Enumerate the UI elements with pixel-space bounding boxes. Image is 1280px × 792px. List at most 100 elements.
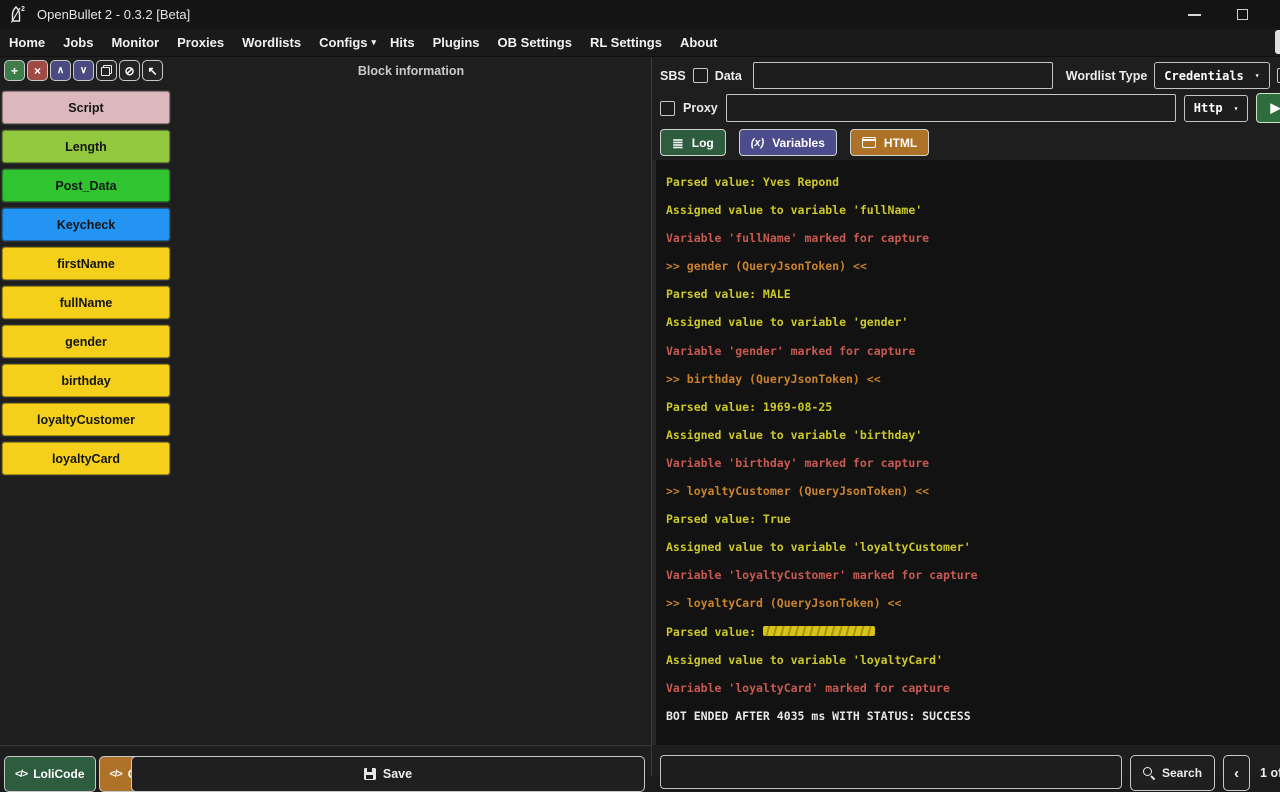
search-button[interactable]: Search (1130, 755, 1215, 791)
block-length[interactable]: Length (2, 130, 170, 163)
debugger-view-buttons: ≣ Log (x) Variables HTML (660, 129, 929, 156)
block-label: Keycheck (57, 218, 115, 232)
menu-item-rl-settings[interactable]: RL Settings (590, 35, 666, 50)
log-line: >> loyaltyCustomer (QueryJsonToken) << (666, 477, 1280, 505)
minimize-icon (1188, 14, 1201, 16)
clone-block-button[interactable] (96, 60, 117, 81)
window-title: OpenBullet 2 - 0.3.2 [Beta] (37, 7, 190, 22)
undo-button[interactable]: ↖ (142, 60, 163, 81)
log-line: BOT ENDED AFTER 4035 ms WITH STATUS: SUC… (666, 702, 1280, 730)
log-line: Parsed value: (666, 618, 1280, 646)
save-button[interactable]: Save (131, 756, 645, 792)
block-label: Length (65, 140, 107, 154)
block-label: fullName (60, 296, 113, 310)
log-line: Variable 'fullName' marked for capture (666, 224, 1280, 252)
start-button[interactable]: ▶ Start (1256, 93, 1280, 123)
log-line: Assigned value to variable 'loyaltyCusto… (666, 533, 1280, 561)
log-line: Parsed value: MALE (666, 280, 1280, 308)
block-gender[interactable]: gender (2, 325, 170, 358)
add-block-button[interactable]: + (4, 60, 25, 81)
chevron-down-icon: ▾ (1234, 104, 1239, 113)
wordlist-type-select[interactable]: Credentials ▾ (1154, 62, 1269, 89)
window-icon (862, 137, 876, 148)
block-label: Post_Data (55, 179, 116, 193)
menu-item-about[interactable]: About (680, 35, 722, 50)
menu-item-wordlists[interactable]: Wordlists (242, 35, 305, 50)
menu-item-proxies[interactable]: Proxies (177, 35, 228, 50)
menu-item-jobs[interactable]: Jobs (63, 35, 97, 50)
data-input[interactable] (753, 62, 1053, 89)
proxy-label: Proxy (683, 101, 718, 115)
block-toolbar: + × ∧ ∨ ⊘ ↖ (4, 60, 163, 81)
code-icon: </> (15, 768, 27, 780)
stacker-panel: + × ∧ ∨ ⊘ ↖ Block information Script Len… (0, 57, 651, 776)
window-controls (1186, 7, 1250, 23)
log-line: >> gender (QueryJsonToken) << (666, 252, 1280, 280)
log-view-button[interactable]: ≣ Log (660, 129, 726, 156)
chevron-down-icon: ▾ (1255, 71, 1260, 80)
list-icon: ≣ (672, 136, 684, 150)
persist-checkbox[interactable] (1277, 68, 1280, 83)
log-search-input[interactable] (660, 755, 1122, 789)
block-fullname[interactable]: fullName (2, 286, 170, 319)
debugger-log[interactable]: Parsed value: Yves Repond Assigned value… (652, 160, 1280, 745)
menubar: Home Jobs Monitor Proxies Wordlists (0, 29, 1280, 57)
chevron-down-icon: ▾ (372, 37, 377, 48)
block-list: Script Length Post_Data Keycheck firstNa… (2, 91, 170, 481)
sbs-label: SBS (660, 69, 686, 83)
menu-item-home[interactable]: Home (9, 35, 49, 50)
proxy-type-select[interactable]: Http ▾ (1184, 95, 1249, 122)
block-loyaltycard[interactable]: loyaltyCard (2, 442, 170, 475)
menu-item-hits[interactable]: Hits (390, 35, 419, 50)
block-birthday[interactable]: birthday (2, 364, 170, 397)
stacker-footer-divider (0, 745, 651, 746)
menu-item-monitor[interactable]: Monitor (111, 35, 163, 50)
block-label: gender (65, 335, 107, 349)
block-script[interactable]: Script (2, 91, 170, 124)
log-line: Parsed value: Yves Repond (666, 168, 1280, 196)
debugger-panel: SBS Data Wordlist Type Credentials ▾ Per… (652, 57, 1280, 776)
data-label: Data (715, 69, 742, 83)
maximize-button[interactable] (1234, 7, 1250, 23)
clone-icon (101, 65, 112, 76)
variables-view-button[interactable]: (x) Variables (739, 129, 837, 156)
delete-block-button[interactable]: × (27, 60, 48, 81)
block-label: firstName (57, 257, 115, 271)
proxy-checkbox[interactable] (660, 101, 675, 116)
match-counter: 1 of 10 (1260, 755, 1280, 791)
sbs-checkbox[interactable] (693, 68, 708, 83)
block-keycheck[interactable]: Keycheck (2, 208, 170, 241)
block-firstname[interactable]: firstName (2, 247, 170, 280)
block-label: loyaltyCustomer (37, 413, 135, 427)
minimize-button[interactable] (1186, 7, 1202, 23)
block-label: birthday (61, 374, 110, 388)
log-line: >> loyaltyCard (QueryJsonToken) << (666, 589, 1280, 617)
redacted-value (763, 626, 875, 636)
maximize-icon (1237, 9, 1248, 20)
tab-lolicode[interactable]: </> LoliCode (4, 756, 96, 792)
app-window: 2 OpenBullet 2 - 0.3.2 [Beta] Home Jobs … (0, 0, 1280, 776)
debugger-proxy-row: Proxy Http ▾ ▶ Start (652, 94, 1280, 122)
proxy-input[interactable] (726, 94, 1176, 122)
log-line: Assigned value to variable 'gender' (666, 308, 1280, 336)
menu-item-configs[interactable]: Configs ▾ (319, 35, 376, 50)
disable-block-button[interactable]: ⊘ (119, 60, 140, 81)
log-search-bar: Search ‹ 1 of 10 › (660, 755, 1280, 791)
save-icon (364, 768, 376, 780)
html-view-button[interactable]: HTML (850, 129, 929, 156)
log-line: Assigned value to variable 'birthday' (666, 421, 1280, 449)
log-line: Variable 'loyaltyCard' marked for captur… (666, 674, 1280, 702)
move-block-up-button[interactable]: ∧ (50, 60, 71, 81)
block-label: loyaltyCard (52, 452, 120, 466)
menu-item-ob-settings[interactable]: OB Settings (498, 35, 576, 50)
debugger-data-row: SBS Data Wordlist Type Credentials ▾ Per… (652, 62, 1280, 89)
block-loyaltycustomer[interactable]: loyaltyCustomer (2, 403, 170, 436)
block-post-data[interactable]: Post_Data (2, 169, 170, 202)
openbullet-logo-icon: 2 (9, 4, 27, 25)
previous-match-button[interactable]: ‹ (1223, 755, 1250, 791)
menu-item-plugins[interactable]: Plugins (433, 35, 484, 50)
move-block-down-button[interactable]: ∨ (73, 60, 94, 81)
clipped-edge-element (1275, 30, 1280, 54)
titlebar: 2 OpenBullet 2 - 0.3.2 [Beta] (0, 0, 1280, 29)
block-information-header: Block information (175, 64, 647, 78)
